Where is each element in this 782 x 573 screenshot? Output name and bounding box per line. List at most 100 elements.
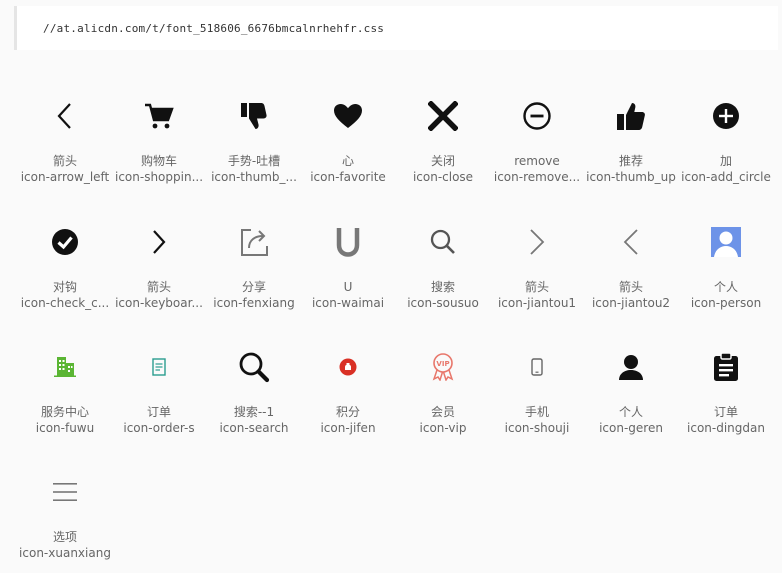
- icon-chinese-name: 箭头: [618, 280, 643, 294]
- arrow-left-icon: [17, 92, 113, 140]
- icon-card: remove icon-remove...: [489, 92, 585, 186]
- icon-chinese-name: 会员: [430, 405, 455, 419]
- arrow-left-thin-icon: [583, 218, 679, 266]
- icon-card: 加 icon-add_circle: [678, 92, 774, 186]
- icon-chinese-name: 个人: [713, 280, 738, 294]
- icon-card: 关闭 icon-close: [395, 92, 491, 186]
- icon-chinese-name: U: [343, 280, 353, 294]
- person-square-icon: [678, 218, 774, 266]
- icon-chinese-name: 推荐: [618, 154, 643, 168]
- icon-class-name: icon-jiantou1: [497, 296, 577, 310]
- icon-class-name: icon-remove...: [493, 170, 581, 184]
- icon-card: 购物车 icon-shoppin...: [111, 92, 207, 186]
- thumb-down-icon: [206, 92, 302, 140]
- icon-card: 箭头 icon-keyboar...: [111, 218, 207, 312]
- points-bag-icon: [300, 343, 396, 391]
- icon-chinese-name: 箭头: [52, 154, 77, 168]
- close-icon: [395, 92, 491, 140]
- icon-class-name: icon-thumb_...: [211, 170, 297, 184]
- order-document-icon: [111, 343, 207, 391]
- user-icon: [583, 343, 679, 391]
- icon-card: 订单 icon-dingdan: [678, 343, 774, 437]
- building-icon: [17, 343, 113, 391]
- icon-chinese-name: 积分: [335, 405, 360, 419]
- arrow-right-thin-icon: [489, 218, 585, 266]
- icon-class-name: icon-search: [219, 421, 289, 435]
- shopping-cart-icon: [111, 92, 207, 140]
- icon-class-name: icon-dingdan: [687, 421, 765, 435]
- icon-class-name: icon-fenxiang: [213, 296, 295, 310]
- icon-class-name: icon-jiantou2: [591, 296, 671, 310]
- icon-chinese-name: 手势-吐槽: [227, 154, 281, 168]
- vip-badge-icon: VIP: [395, 343, 491, 391]
- clipboard-icon: [678, 343, 774, 391]
- icon-card: 搜索 icon-sousuo: [395, 218, 491, 312]
- icon-class-name: icon-arrow_left: [20, 170, 110, 184]
- icon-class-name: icon-order-s: [123, 421, 195, 435]
- icon-chinese-name: 个人: [618, 405, 643, 419]
- icon-card: 心 icon-favorite: [300, 92, 396, 186]
- svg-text:VIP: VIP: [436, 360, 449, 368]
- menu-lines-icon: [17, 468, 113, 516]
- icon-chinese-name: 分享: [241, 280, 266, 294]
- icon-card: 搜索--1 icon-search: [206, 343, 302, 437]
- icon-class-name: icon-add_circle: [681, 170, 771, 184]
- icon-chinese-name: 购物车: [140, 154, 177, 168]
- icon-card: 选项 icon-xuanxiang: [17, 468, 113, 562]
- search-bold-icon: [206, 343, 302, 391]
- u-letter-icon: [300, 218, 396, 266]
- icon-card: 积分 icon-jifen: [300, 343, 396, 437]
- icon-card: 个人 icon-geren: [583, 343, 679, 437]
- icon-card: 箭头 icon-arrow_left: [17, 92, 113, 186]
- icon-card: 手势-吐槽 icon-thumb_...: [206, 92, 302, 186]
- icon-chinese-name: 心: [341, 154, 354, 168]
- css-url-text: //at.alicdn.com/t/font_518606_6676bmcaln…: [43, 22, 385, 35]
- icon-chinese-name: 手机: [524, 405, 549, 419]
- icon-card: 手机 icon-shouji: [489, 343, 585, 437]
- thumb-up-icon: [583, 92, 679, 140]
- icon-chinese-name: 订单: [713, 405, 738, 419]
- icon-class-name: icon-person: [690, 296, 762, 310]
- icon-chinese-name: 搜索: [430, 280, 455, 294]
- icon-card: 个人 icon-person: [678, 218, 774, 312]
- icon-chinese-name: 服务中心: [40, 405, 89, 419]
- mobile-phone-icon: [489, 343, 585, 391]
- icon-chinese-name: 选项: [52, 530, 77, 544]
- icon-card: 订单 icon-order-s: [111, 343, 207, 437]
- icon-class-name: icon-fuwu: [35, 421, 95, 435]
- remove-circle-icon: [489, 92, 585, 140]
- icon-chinese-name: 关闭: [430, 154, 455, 168]
- heart-icon: [300, 92, 396, 140]
- icon-class-name: icon-favorite: [310, 170, 386, 184]
- share-icon: [206, 218, 302, 266]
- add-circle-icon: [678, 92, 774, 140]
- icon-class-name: icon-sousuo: [407, 296, 479, 310]
- check-circle-icon: [17, 218, 113, 266]
- icon-card: 对钩 icon-check_c...: [17, 218, 113, 312]
- search-icon: [395, 218, 491, 266]
- icon-chinese-name: 箭头: [146, 280, 171, 294]
- icon-chinese-name: 订单: [146, 405, 171, 419]
- icon-card: Uicon-waimai: [300, 218, 396, 312]
- icon-chinese-name: 箭头: [524, 280, 549, 294]
- icon-chinese-name: 加: [719, 154, 732, 168]
- icon-card: 箭头 icon-jiantou2: [583, 218, 679, 312]
- icon-class-name: icon-vip: [419, 421, 467, 435]
- icon-class-name: icon-geren: [599, 421, 663, 435]
- icon-chinese-name: 对钩: [52, 280, 77, 294]
- icon-card: 分享 icon-fenxiang: [206, 218, 302, 312]
- icon-class-name: icon-thumb_up: [586, 170, 676, 184]
- icon-card: 箭头 icon-jiantou1: [489, 218, 585, 312]
- icon-class-name: icon-shoppin...: [114, 170, 204, 184]
- icon-class-name: icon-keyboar...: [115, 296, 203, 310]
- icon-card: 服务中心 icon-fuwu: [17, 343, 113, 437]
- icon-class-name: icon-check_c...: [20, 296, 110, 310]
- icon-class-name: icon-close: [412, 170, 474, 184]
- icon-class-name: icon-shouji: [504, 421, 570, 435]
- icon-card: VIP 会员 icon-vip: [395, 343, 491, 437]
- icon-chinese-name: remove: [514, 154, 560, 168]
- icon-class-name: icon-waimai: [311, 296, 385, 310]
- icon-chinese-name: 搜索--1: [233, 405, 275, 419]
- code-block: //at.alicdn.com/t/font_518606_6676bmcaln…: [14, 6, 778, 50]
- icon-class-name: icon-xuanxiang: [19, 546, 111, 560]
